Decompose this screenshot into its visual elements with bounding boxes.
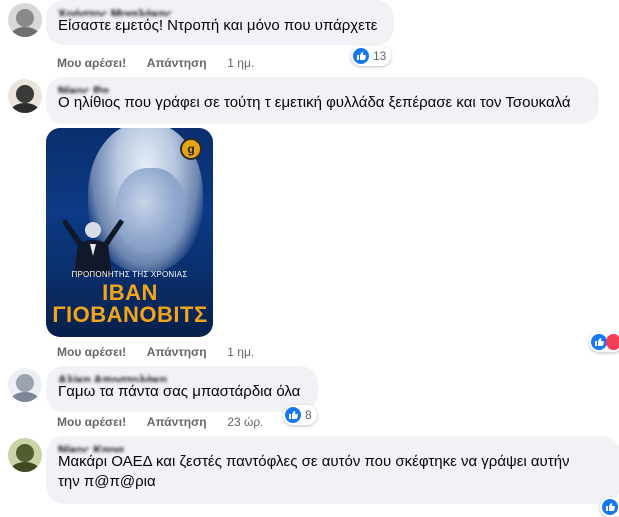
avatar[interactable] [8,79,42,113]
reply-button[interactable]: Απάντηση [147,415,207,429]
comment-text: Είσαστε εμετός! Ντροπή και μόνο που υπάρ… [58,16,382,36]
reaction-icons[interactable] [589,332,619,352]
poster-figure [54,216,132,276]
reply-button[interactable]: Απάντηση [147,56,207,70]
comment-time[interactable]: 1 ημ. [227,56,254,70]
comment-image[interactable]: g ΠΡΟΠΟΝΗΤΗΣ ΤΗΣ ΧΡΟΝΙΑΣ ΙΒΑΝ ΓΙΟΒΑΝΟΒΙΤ… [46,128,213,337]
comment-bubble: Νίκος Καρα Μακάρι ΟΑΕΔ και ζεστές παντόφ… [46,436,619,504]
poster-title-line2: ΓΙΟΒΑΝΟΒΙΤΣ [50,304,210,326]
comment-text: Ο ηλίθιος που γράφει σε τούτη τ εμετική … [58,93,587,113]
comment-author[interactable]: Χρήστος Μιχαλάκης [58,7,382,16]
love-icon [606,334,619,350]
comment-actions: Μου αρέσει! Απάντηση 1 ημ. [57,344,254,360]
reaction-icons[interactable] [600,497,619,517]
poster-title: ΙΒΑΝ ΓΙΟΒΑΝΟΒΙΤΣ [50,282,210,326]
comment-text: Γαμω τα πάντα σας μπαστάρδια όλα [58,382,306,402]
comment-author[interactable]: Νίκος Ρα [58,84,587,93]
like-button[interactable]: Μου αρέσει! [57,415,126,429]
like-icon [591,334,607,350]
comment-text: Μακάρι ΟΑΕΔ και ζεστές παντόφλες σε αυτό… [58,452,608,492]
like-icon [353,48,369,64]
comment-actions: Μου αρέσει! Απάντηση 1 ημ. [57,55,254,71]
comment-time[interactable]: 1 ημ. [227,345,254,359]
poster-title-line1: ΙΒΑΝ [50,282,210,304]
avatar[interactable] [8,368,42,402]
comment-actions: Μου αρέσει! Απάντηση 23 ώρ. [57,414,263,430]
comment-bubble: Αλίκη Αποστολάκη Γαμω τα πάντα σας μπαστ… [46,366,318,412]
comment-author[interactable]: Αλίκη Αποστολάκη [58,373,306,382]
poster-subtitle: ΠΡΟΠΟΝΗΤΗΣ ΤΗΣ ΧΡΟΝΙΑΣ [46,270,213,279]
comment-bubble: Νίκος Ρα Ο ηλίθιος που γράφει σε τούτη τ… [46,77,599,124]
reaction-count[interactable]: 8 [283,405,317,425]
reaction-number: 8 [305,408,312,422]
reaction-number: 13 [373,49,386,63]
like-icon [285,407,301,423]
comment-author[interactable]: Νίκος Καρα [58,443,608,452]
like-button[interactable]: Μου αρέσει! [57,345,126,359]
poster-logo: g [180,138,202,160]
avatar[interactable] [8,438,42,472]
avatar[interactable] [8,3,42,37]
comment-time[interactable]: 23 ώρ. [227,415,263,429]
like-button[interactable]: Μου αρέσει! [57,56,126,70]
reply-button[interactable]: Απάντηση [147,345,207,359]
comment-bubble: Χρήστος Μιχαλάκης Είσαστε εμετός! Ντροπή… [46,0,394,45]
reaction-count[interactable]: 13 [351,46,391,66]
